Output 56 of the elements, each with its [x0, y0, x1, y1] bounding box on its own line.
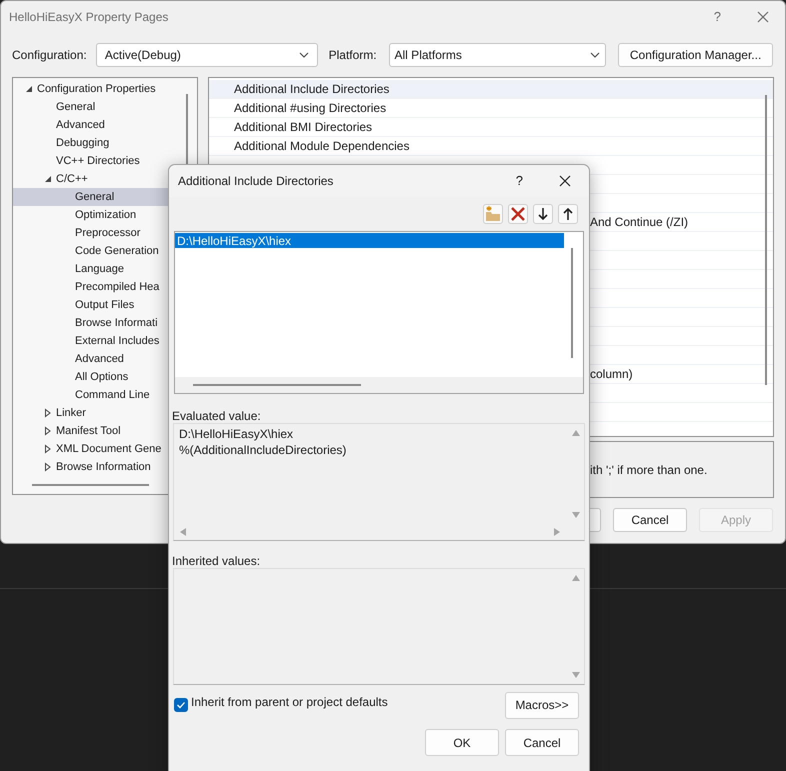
scrollbar-thumb[interactable]: [193, 384, 361, 386]
scrollbar-thumb[interactable]: [32, 484, 149, 486]
scroll-up-icon: [570, 428, 580, 438]
scrollbar-thumb[interactable]: [571, 248, 573, 358]
checkmark-icon: [176, 700, 186, 710]
chevron-down-icon: [590, 52, 600, 58]
tree-item[interactable]: General: [13, 98, 197, 116]
move-up-button[interactable]: [558, 204, 578, 224]
section-label: Evaluated value:: [172, 408, 262, 423]
scrollbar-thumb[interactable]: [765, 95, 767, 385]
directory-item[interactable]: D:\HelloHiEasyX\hiex: [175, 233, 564, 248]
platform-dropdown[interactable]: All Platforms: [388, 43, 606, 67]
new-folder-icon: [484, 205, 502, 223]
move-down-button[interactable]: [533, 204, 553, 224]
help-button[interactable]: ?: [714, 7, 721, 27]
close-icon: [559, 175, 571, 187]
property-name: Additional Include Directories: [234, 81, 390, 98]
close-icon: [757, 11, 769, 23]
scroll-down-icon: [570, 670, 580, 680]
tree-item[interactable]: Configuration Properties: [13, 80, 197, 98]
dialog-button[interactable]: Cancel: [505, 729, 579, 756]
field-label: Configuration:: [12, 47, 88, 64]
dialog-button[interactable]: Cancel: [613, 508, 687, 532]
section-label: Inherited values:: [172, 553, 262, 568]
scroll-right-icon: [552, 526, 562, 536]
property-name: Additional #using Directories: [234, 100, 386, 117]
help-button[interactable]: ?: [516, 171, 523, 191]
scroll-up-icon: [570, 573, 580, 583]
checkbox-label: Inherit from parent or project defaults: [191, 694, 388, 711]
property-value: And Continue (/ZI): [590, 214, 688, 231]
field-label: Platform:: [328, 47, 378, 64]
scroll-down-icon: [570, 510, 580, 520]
checkbox[interactable]: [174, 698, 188, 712]
tree-item[interactable]: VC++ Directories: [13, 152, 197, 170]
tree-item[interactable]: Debugging: [13, 134, 197, 152]
property-name: Additional Module Dependencies: [234, 138, 410, 155]
tree-item[interactable]: Browse Information: [13, 458, 197, 476]
close-button[interactable]: [557, 173, 573, 189]
property-description: ith ';' if more than one.: [590, 462, 708, 478]
chevron-down-icon: [298, 52, 309, 58]
evaluated-line: D:\HelloHiEasyX\hiex: [179, 426, 294, 442]
new-folder-button[interactable]: [483, 204, 503, 224]
scroll-left-icon: [178, 526, 188, 536]
dialog-button[interactable]: OK: [425, 729, 499, 756]
configuration-manager-button[interactable]: Configuration Manager...: [618, 43, 773, 67]
window-title: HelloHiEasyX Property Pages: [9, 9, 168, 26]
delete-icon: [509, 205, 527, 223]
evaluated-line: %(AdditionalIncludeDirectories): [179, 442, 346, 458]
macros-button[interactable]: Macros>>: [505, 692, 579, 718]
property-value: column): [590, 366, 633, 383]
property-row[interactable]: Additional Include Directories: [209, 80, 773, 99]
configuration-dropdown[interactable]: Active(Debug): [96, 43, 318, 67]
dialog-title: Additional Include Directories: [178, 173, 334, 190]
delete-button[interactable]: [508, 204, 528, 224]
property-name: Additional BMI Directories: [234, 119, 372, 136]
tree-item[interactable]: Advanced: [13, 116, 197, 134]
